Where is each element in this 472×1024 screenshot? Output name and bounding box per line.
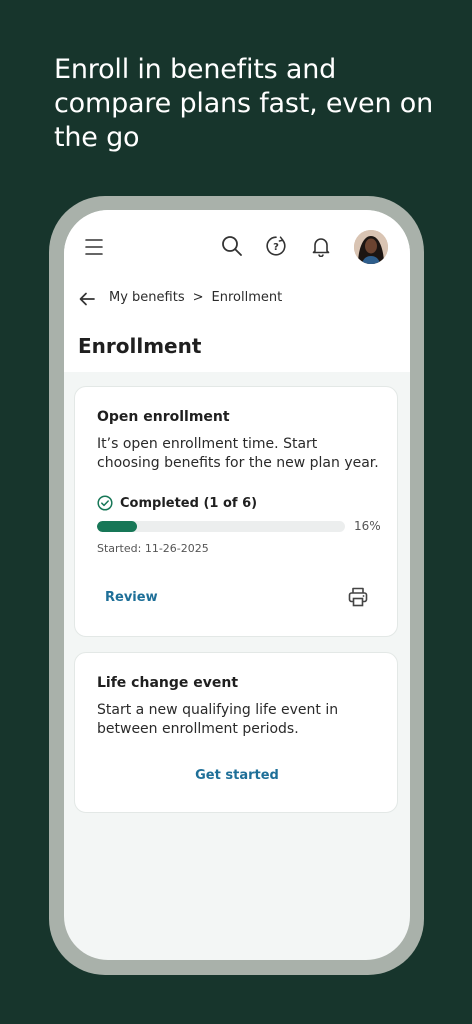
breadcrumb-my-benefits[interactable]: My benefits: [109, 290, 185, 305]
life-change-title: Life change event: [97, 675, 239, 691]
check-circle-icon: [97, 495, 113, 511]
help-icon[interactable]: ?: [265, 235, 287, 257]
page-title: Enrollment: [78, 334, 202, 358]
menu-icon[interactable]: [84, 237, 104, 257]
printer-icon[interactable]: [347, 586, 369, 608]
app-header: ? My benefits > Enrollment Enrollment: [64, 210, 410, 372]
avatar[interactable]: [354, 230, 388, 264]
progress-bar: [97, 521, 345, 532]
progress-fill: [97, 521, 137, 532]
open-enrollment-title: Open enrollment: [97, 409, 230, 425]
breadcrumb: My benefits > Enrollment: [109, 290, 282, 305]
status-text: Completed (1 of 6): [120, 495, 258, 511]
promo-headline: Enroll in benefits and compare plans fas…: [54, 54, 433, 153]
open-enrollment-description: It’s open enrollment time. Start choosin…: [97, 436, 379, 471]
completion-status: Completed (1 of 6): [97, 495, 257, 511]
back-arrow-icon[interactable]: [78, 290, 96, 308]
phone-screen: ? My benefits > Enrollment Enrollment Op…: [64, 210, 410, 960]
svg-text:?: ?: [273, 242, 279, 253]
started-date: Started: 11-26-2025: [97, 542, 209, 555]
get-started-button[interactable]: Get started: [75, 768, 399, 783]
progress-percent: 16%: [354, 519, 381, 533]
bell-icon[interactable]: [310, 235, 332, 257]
breadcrumb-enrollment: Enrollment: [211, 290, 283, 305]
breadcrumb-separator: >: [192, 290, 204, 305]
open-enrollment-card: Open enrollment It’s open enrollment tim…: [74, 386, 398, 637]
life-change-description: Start a new qualifying life event in bet…: [97, 702, 339, 737]
life-change-card: Life change event Start a new qualifying…: [74, 652, 398, 813]
search-icon[interactable]: [221, 235, 243, 257]
review-button[interactable]: Review: [105, 590, 158, 605]
